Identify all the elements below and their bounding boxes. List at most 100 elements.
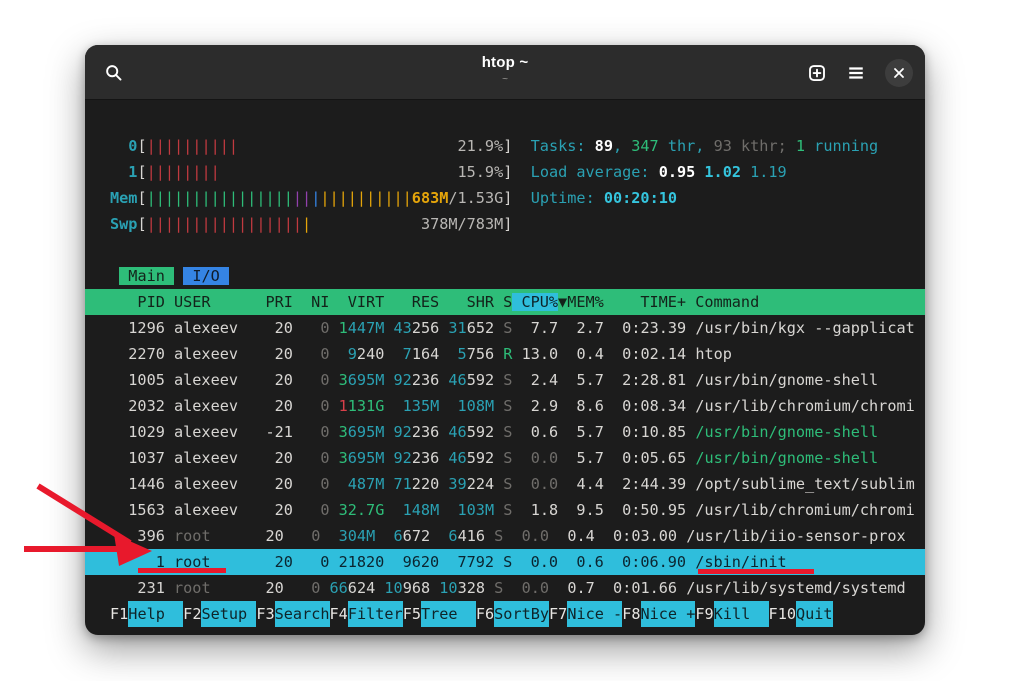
process-row-selected[interactable]: 1 root 20 0 21820 9620 7792 S 0.0 0.6 0:…	[85, 549, 925, 575]
text-segment	[384, 345, 402, 363]
text-segment: 0.0	[512, 449, 558, 467]
text-segment: 0.95	[659, 163, 705, 181]
process-row-5[interactable]: 1037 alexeev 20 0 3695M 92236 46592 S 0.…	[110, 445, 925, 471]
table-header-row[interactable]: PID USER PRI NI VIRT RES SHR S CPU%▼MEM%…	[85, 289, 925, 315]
column-header-cpu-sort[interactable]: CPU%	[512, 293, 558, 311]
text-segment: Load average:	[531, 163, 659, 181]
text-segment: /usr/lib/chromium/chromi	[686, 501, 915, 519]
text-segment: 236	[412, 371, 439, 389]
text-segment	[512, 137, 530, 155]
text-segment: 148M	[403, 501, 440, 519]
process-row-1[interactable]: 2270 alexeev 20 0 9240 7164 5756 R 13.0 …	[110, 341, 925, 367]
text-segment: Swp	[110, 215, 137, 233]
process-row-4[interactable]: 1029 alexeev -21 0 3695M 92236 46592 S 0…	[110, 419, 925, 445]
text-segment: 0:05.65	[604, 449, 686, 467]
text-segment: 0:50.95	[604, 501, 686, 519]
text-segment: 0.4	[549, 527, 595, 545]
text-segment: 3	[339, 449, 348, 467]
text-segment: ]	[503, 137, 512, 155]
process-row-2[interactable]: 1005 alexeev 20 0 3695M 92236 46592 S 2.…	[110, 367, 925, 393]
text-segment: 92	[394, 371, 412, 389]
text-segment: ||||||||||	[320, 189, 411, 207]
fkey-action-label: Kill	[714, 601, 769, 627]
fkey-f9[interactable]: F9Kill	[695, 601, 768, 627]
text-segment: 592	[467, 371, 494, 389]
window-subtitle: ~	[85, 74, 925, 85]
fkey-f5[interactable]: F5Tree	[403, 601, 476, 627]
text-segment: 20	[211, 579, 284, 597]
text-segment	[329, 423, 338, 441]
text-segment: 683M	[412, 189, 449, 207]
text-segment	[329, 319, 338, 337]
fkey-f7[interactable]: F7Nice -	[549, 601, 622, 627]
text-segment	[320, 527, 338, 545]
text-segment	[110, 267, 119, 285]
process-row-3[interactable]: 2032 alexeev 20 0 1131G 135M 108M S 2.9 …	[110, 393, 925, 419]
process-row-0[interactable]: 1296 alexeev 20 0 1447M 43256 31652 S 7.…	[110, 315, 925, 341]
text-segment	[384, 475, 393, 493]
text-segment	[329, 501, 338, 519]
text-segment: 1296 alexeev 20	[110, 319, 293, 337]
text-segment: 256	[412, 319, 439, 337]
fkey-f1[interactable]: F1Help	[110, 601, 183, 627]
process-row-6[interactable]: 1446 alexeev 20 0 487M 71220 39224 S 0.0…	[110, 471, 925, 497]
text-segment: 2.9	[512, 397, 558, 415]
text-segment: 695M	[348, 371, 385, 389]
text-segment: 1.8	[512, 501, 558, 519]
text-segment: 236	[412, 423, 439, 441]
text-segment	[494, 397, 503, 415]
text-segment: 592	[467, 423, 494, 441]
text-segment: ,	[613, 137, 631, 155]
text-segment: 1.02	[704, 163, 750, 181]
text-segment: 5	[458, 345, 467, 363]
text-segment: 1	[796, 137, 805, 155]
new-tab-icon[interactable]	[807, 63, 827, 83]
text-segment: 236	[412, 449, 439, 467]
fkey-f2[interactable]: F2Setup	[183, 601, 256, 627]
close-button[interactable]	[885, 59, 913, 87]
text-segment: 328	[458, 579, 485, 597]
text-segment: /opt/sublime_text/sublim	[686, 475, 915, 493]
text-segment: Tasks:	[531, 137, 595, 155]
text-segment	[430, 527, 448, 545]
fkey-key-label: F3	[256, 601, 274, 627]
text-segment	[494, 345, 503, 363]
terminal-screen[interactable]: 0[|||||||||| 21.9%] Tasks: 89, 347 thr, …	[85, 100, 925, 635]
fkey-key-label: F9	[695, 601, 713, 627]
text-segment: 1	[110, 163, 137, 181]
tab-io[interactable]: I/O	[183, 267, 229, 285]
text-segment: /usr/bin/kgx --gapplicat	[686, 319, 915, 337]
text-segment: 66	[330, 579, 348, 597]
fkey-key-label: F5	[403, 601, 421, 627]
fkey-f10[interactable]: F10Quit	[769, 601, 833, 627]
window-title-area: htop ~ ~	[85, 54, 925, 85]
text-segment: /usr/bin/gnome-shell	[686, 423, 878, 441]
process-row-8[interactable]: 396 root 20 0 304M 6672 6416 S 0.0 0.4 0…	[110, 523, 925, 549]
tab-main[interactable]: Main	[119, 267, 174, 285]
text-segment: 0:08.34	[604, 397, 686, 415]
text-segment: 347	[631, 137, 658, 155]
fkey-f6[interactable]: F6SortBy	[476, 601, 549, 627]
text-segment: 6	[394, 527, 403, 545]
process-row-7[interactable]: 1563 alexeev 20 0 32.7G 148M 103M S 1.8 …	[110, 497, 925, 523]
hamburger-menu-icon[interactable]	[847, 64, 865, 82]
fkey-f4[interactable]: F4Filter	[330, 601, 403, 627]
text-segment: 00:20:10	[604, 189, 677, 207]
text-segment	[384, 397, 402, 415]
text-segment	[494, 423, 503, 441]
text-segment: 0.6	[512, 423, 558, 441]
fkey-key-label: F6	[476, 601, 494, 627]
fkey-f3[interactable]: F3Search	[256, 601, 329, 627]
fkey-key-label: F8	[622, 601, 640, 627]
text-segment: 108M	[458, 397, 495, 415]
process-row-10[interactable]: 231 root 20 0 66624 10968 10328 S 0.0 0.…	[110, 575, 925, 601]
fkey-key-label: F4	[330, 601, 348, 627]
text-segment: 2.7	[558, 319, 604, 337]
text-segment: ||	[293, 189, 311, 207]
meter-line-3: Swp[|||||||||||||||||| 378M/783M]	[110, 211, 925, 237]
text-segment: 0.0	[503, 579, 549, 597]
fkey-f8[interactable]: F8Nice +	[622, 601, 695, 627]
text-segment: 2:28.81	[604, 371, 686, 389]
text-segment: 5.7	[558, 423, 604, 441]
text-segment	[494, 371, 503, 389]
